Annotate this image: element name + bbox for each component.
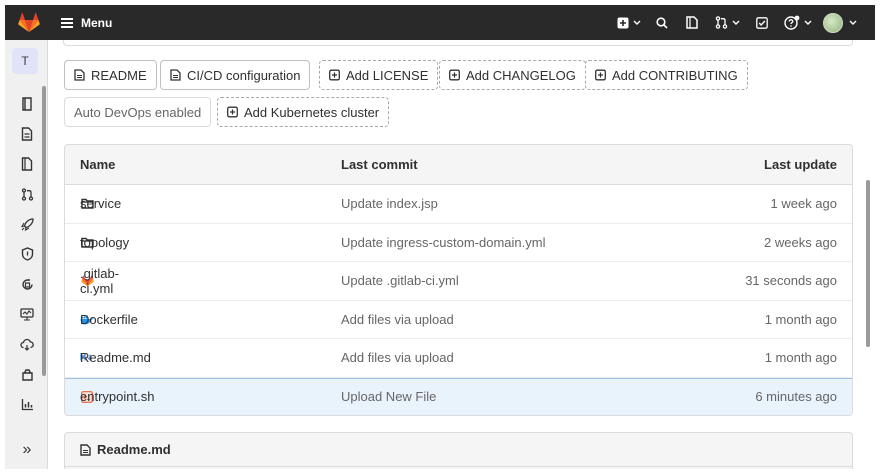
app-window: Menu T » README CI/CD configuration Add …	[5, 5, 875, 469]
plus-square-icon	[595, 69, 606, 81]
commit-message-link[interactable]: Add files via upload	[341, 339, 454, 377]
repository-icon[interactable]	[16, 93, 38, 115]
commit-message-link[interactable]: Update index.jsp	[341, 185, 438, 223]
add-license-button[interactable]: Add LICENSE	[319, 60, 439, 90]
readme-title: Readme.md	[97, 442, 171, 457]
issues-icon	[686, 16, 698, 29]
last-update-time: 6 minutes ago	[755, 389, 837, 405]
add-kubernetes-label: Add Kubernetes cluster	[244, 104, 380, 120]
table-row[interactable]: service Update index.jsp 1 week ago	[65, 185, 852, 224]
help-icon	[784, 15, 800, 30]
auto-devops-label: Auto DevOps enabled	[74, 104, 202, 120]
header-name: Name	[80, 157, 116, 172]
readme-header: Readme.md	[80, 433, 171, 466]
project-header-edge	[63, 40, 853, 46]
page-scrollbar[interactable]	[866, 180, 870, 347]
git-branch-icon[interactable]	[16, 183, 38, 205]
file-tree-table: Name Last commit Last update service Upd…	[64, 144, 853, 416]
chevron-down-icon	[849, 20, 857, 25]
menu-label: Menu	[81, 15, 113, 30]
last-update-time: 31 seconds ago	[745, 273, 837, 289]
issues-icon[interactable]	[16, 123, 38, 145]
shield-icon[interactable]	[16, 243, 38, 265]
table-row[interactable]: Readme.md Add files via upload 1 month a…	[65, 339, 852, 378]
add-changelog-button[interactable]: Add CHANGELOG	[439, 60, 586, 90]
table-row[interactable]: Dockerfile Add files via upload 1 month …	[65, 301, 852, 339]
commit-message-link[interactable]: Upload New File	[341, 379, 436, 416]
commit-message-link[interactable]: Add files via upload	[341, 301, 454, 339]
chevron-down-icon	[732, 20, 739, 25]
rocket-icon[interactable]	[16, 213, 38, 235]
menu-button[interactable]: Menu	[61, 16, 112, 30]
gitlab-logo[interactable]	[5, 5, 53, 40]
avatar	[823, 12, 843, 33]
commit-message-link[interactable]: Update ingress-custom-domain.yml	[341, 224, 545, 262]
user-menu-dropdown[interactable]	[819, 5, 875, 40]
merge-requests-dropdown[interactable]	[707, 5, 747, 40]
todo-icon	[756, 16, 768, 29]
table-row[interactable]: .gitlab-ci.yml Update .gitlab-ci.yml 31 …	[65, 262, 852, 301]
cicd-label: CI/CD configuration	[187, 67, 301, 83]
header-last-update: Last update	[764, 157, 837, 172]
project-avatar[interactable]: T	[12, 48, 38, 74]
chevron-down-icon	[804, 20, 812, 25]
auto-devops-button[interactable]: Auto DevOps enabled	[64, 97, 212, 127]
table-row[interactable]: entrypoint.sh Upload New File 6 minutes …	[65, 377, 852, 416]
file-name-link[interactable]: topology	[80, 224, 129, 262]
chevron-down-icon	[633, 20, 641, 25]
divider	[65, 466, 852, 467]
add-contributing-button[interactable]: Add CONTRIBUTING	[585, 60, 748, 90]
file-name-link[interactable]: .gitlab-ci.yml	[80, 262, 119, 300]
plus-square-icon	[617, 17, 629, 28]
header-last-commit: Last commit	[341, 157, 418, 172]
commit-message-link[interactable]: Update .gitlab-ci.yml	[341, 262, 459, 300]
file-name-link[interactable]: Dockerfile	[80, 301, 138, 339]
plus-square-icon	[329, 69, 340, 81]
help-dropdown[interactable]	[777, 5, 819, 40]
file-name-link[interactable]: Readme.md	[80, 339, 151, 377]
file-name-link[interactable]: service	[80, 185, 121, 223]
merge-requests-icon[interactable]	[16, 153, 38, 175]
add-license-label: Add LICENSE	[346, 67, 429, 83]
table-header: Name Last commit Last update	[65, 145, 852, 185]
main-content: README CI/CD configuration Add LICENSE A…	[49, 40, 875, 469]
last-update-time: 1 month ago	[764, 350, 837, 366]
top-navbar: Menu	[5, 5, 875, 40]
last-update-time: 1 month ago	[764, 311, 837, 327]
table-row[interactable]: topology Update ingress-custom-domain.ym…	[65, 224, 852, 262]
readme-button[interactable]: README	[64, 60, 157, 90]
package-icon[interactable]	[16, 363, 38, 385]
add-kubernetes-cluster-button[interactable]: Add Kubernetes cluster	[217, 97, 390, 127]
cicd-configuration-button[interactable]: CI/CD configuration	[160, 60, 311, 90]
last-update-time: 2 weeks ago	[764, 234, 837, 250]
readme-label: README	[91, 67, 147, 83]
search-icon	[656, 16, 668, 29]
nav-right-group	[611, 5, 875, 40]
last-update-time: 1 week ago	[770, 196, 838, 212]
analytics-icon[interactable]	[16, 393, 38, 415]
plus-square-icon	[449, 69, 460, 81]
hamburger-icon	[61, 17, 73, 28]
merge-request-icon	[715, 16, 727, 29]
search-button[interactable]	[647, 5, 677, 40]
add-changelog-label: Add CHANGELOG	[466, 67, 576, 83]
file-icon	[80, 443, 91, 456]
infrastructure-icon[interactable]	[16, 333, 38, 355]
add-contributing-label: Add CONTRIBUTING	[612, 67, 738, 83]
new-dropdown[interactable]	[611, 5, 647, 40]
sidebar-scrollbar[interactable]	[42, 86, 46, 376]
readme-panel: Readme.md	[64, 432, 853, 469]
issues-button[interactable]	[677, 5, 707, 40]
monitor-icon[interactable]	[16, 303, 38, 325]
todos-button[interactable]	[747, 5, 777, 40]
deployments-icon[interactable]	[16, 273, 38, 295]
plus-square-icon	[227, 106, 238, 118]
file-icon	[74, 69, 85, 81]
file-icon	[170, 69, 181, 81]
project-sidebar: T »	[5, 40, 48, 469]
collapse-sidebar-button[interactable]: »	[16, 439, 38, 461]
file-name-link[interactable]: entrypoint.sh	[80, 379, 154, 416]
